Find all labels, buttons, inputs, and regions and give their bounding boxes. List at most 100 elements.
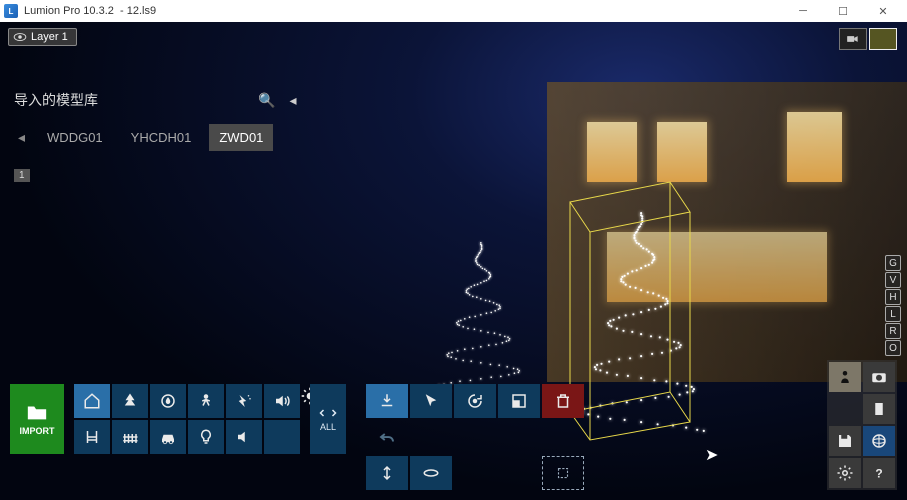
fence-icon — [121, 428, 139, 446]
tool-place[interactable] — [366, 384, 408, 418]
cat-empty — [264, 420, 300, 454]
library-tabs: ◂ WDDG01 YHCDH01 ZWD01 — [14, 124, 296, 151]
svg-text:?: ? — [875, 467, 882, 481]
view-thumb-camera[interactable] — [839, 28, 867, 50]
cat-person[interactable] — [188, 384, 224, 418]
mode-photo[interactable] — [863, 362, 895, 392]
align-icon — [422, 464, 440, 482]
tab-1[interactable]: YHCDH01 — [121, 124, 202, 151]
rotate-icon — [466, 392, 484, 410]
key-r[interactable]: R — [885, 323, 901, 339]
key-o[interactable]: O — [885, 340, 901, 356]
key-l[interactable]: L — [885, 306, 901, 322]
cat-tree[interactable] — [112, 384, 148, 418]
cat-fx[interactable] — [226, 384, 262, 418]
cat-chair[interactable] — [74, 420, 110, 454]
place-tool-icon — [378, 392, 396, 410]
collapse-icon[interactable]: ◂ — [289, 92, 296, 109]
cat-light[interactable] — [188, 420, 224, 454]
film-icon — [870, 400, 888, 418]
sound-icon — [273, 392, 291, 410]
chair-icon — [83, 428, 101, 446]
camcorder-icon — [846, 33, 860, 45]
import-label: IMPORT — [20, 426, 55, 436]
minimize-button[interactable]: ─ — [783, 0, 823, 22]
layer-indicator[interactable]: Layer 1 — [8, 28, 77, 46]
search-icon[interactable]: 🔍 — [258, 92, 275, 109]
mode-panorama[interactable] — [863, 426, 895, 456]
cat-fence[interactable] — [112, 420, 148, 454]
scale-icon — [510, 392, 528, 410]
tool-undo[interactable] — [366, 420, 408, 454]
car-icon — [159, 428, 177, 446]
undo-icon — [378, 428, 396, 446]
water-icon — [159, 392, 177, 410]
cat-sound[interactable] — [264, 384, 300, 418]
mode-settings[interactable] — [829, 458, 861, 488]
tool-align[interactable] — [410, 456, 452, 490]
fx-icon — [235, 392, 253, 410]
key-v[interactable]: V — [885, 272, 901, 288]
layer-label: Layer 1 — [31, 31, 68, 43]
arrows-icon — [319, 406, 337, 420]
app-icon: L — [4, 4, 18, 18]
import-button[interactable]: IMPORT — [10, 384, 64, 454]
app-title: Lumion Pro 10.3.2 - 12.ls9 — [24, 5, 156, 17]
tool-marquee[interactable] — [542, 456, 584, 490]
select-icon — [422, 392, 440, 410]
mode-movie[interactable] — [863, 394, 895, 424]
home-icon — [83, 392, 101, 410]
tool-grid — [366, 384, 584, 490]
key-h[interactable]: H — [885, 289, 901, 305]
tool-height[interactable] — [366, 456, 408, 490]
cat-home[interactable] — [74, 384, 110, 418]
scene-spiral-2 — [574, 212, 706, 432]
tool-rotate[interactable] — [454, 384, 496, 418]
tree-icon — [121, 392, 139, 410]
scene-spiral-1 — [432, 242, 528, 402]
tab-prev[interactable]: ◂ — [14, 129, 29, 146]
trash-icon — [554, 392, 572, 410]
view-thumbnails — [839, 28, 897, 50]
mouse-cursor: ➤ — [705, 445, 718, 465]
library-panel: 导入的模型库 🔍 ◂ ◂ WDDG01 YHCDH01 ZWD01 1 — [14, 90, 296, 182]
person-icon — [197, 392, 215, 410]
save-icon — [836, 432, 854, 450]
folder-icon — [26, 402, 48, 422]
mode-panel: ? — [827, 360, 897, 490]
help-icon: ? — [870, 464, 888, 482]
light-icon — [197, 428, 215, 446]
close-button[interactable]: ✕ — [863, 0, 903, 22]
library-title: 导入的模型库 — [14, 90, 98, 110]
key-strip: G V H L R O — [885, 255, 901, 356]
globe-icon — [870, 432, 888, 450]
mode-blank — [829, 394, 861, 424]
worker-icon — [836, 368, 854, 386]
tool-select[interactable] — [410, 384, 452, 418]
view-thumb-scene[interactable] — [869, 28, 897, 50]
speaker-icon — [235, 428, 253, 446]
camera-icon — [870, 368, 888, 386]
category-grid — [74, 384, 300, 454]
tool-scale[interactable] — [498, 384, 540, 418]
maximize-button[interactable]: ☐ — [823, 0, 863, 22]
all-label: ALL — [320, 422, 336, 432]
bottom-panel: IMPORT ALL — [10, 384, 584, 490]
mode-help[interactable]: ? — [863, 458, 895, 488]
cat-speaker[interactable] — [226, 420, 262, 454]
tab-0[interactable]: WDDG01 — [37, 124, 113, 151]
marquee-icon — [554, 464, 572, 482]
tab-2[interactable]: ZWD01 — [209, 124, 273, 151]
key-g[interactable]: G — [885, 255, 901, 271]
tool-delete[interactable] — [542, 384, 584, 418]
height-icon — [378, 464, 396, 482]
all-button[interactable]: ALL — [310, 384, 346, 454]
mode-build[interactable] — [829, 362, 861, 392]
cat-car[interactable] — [150, 420, 186, 454]
cat-water[interactable] — [150, 384, 186, 418]
page-indicator[interactable]: 1 — [14, 165, 296, 182]
eye-icon — [13, 32, 27, 42]
titlebar: L Lumion Pro 10.3.2 - 12.ls9 ─ ☐ ✕ — [0, 0, 907, 22]
mode-save[interactable] — [829, 426, 861, 456]
gear-icon — [836, 464, 854, 482]
